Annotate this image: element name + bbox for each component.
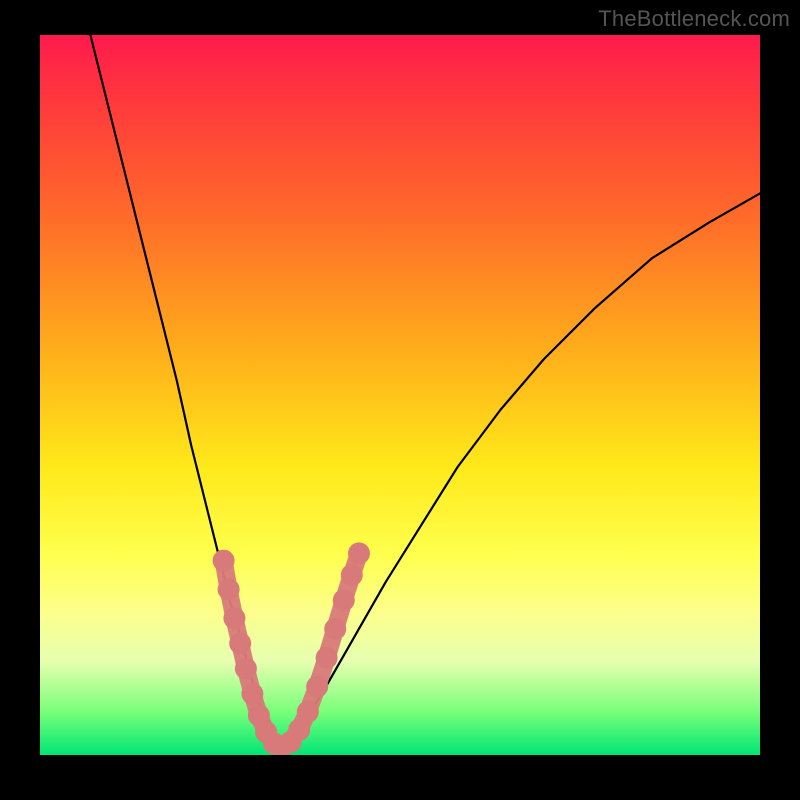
cluster-dot — [235, 658, 257, 680]
cluster-dot — [223, 607, 245, 629]
cluster-dot — [218, 578, 240, 600]
curve-group — [90, 35, 760, 746]
cluster-dot — [297, 701, 319, 723]
watermark-text: TheBottleneck.com — [598, 6, 790, 32]
cluster-dot — [333, 589, 355, 611]
cluster-dot — [341, 564, 363, 586]
chart-svg — [40, 35, 760, 755]
cluster-dot — [213, 550, 235, 572]
plot-area — [40, 35, 760, 755]
cluster-dot — [324, 618, 346, 640]
cluster-dot — [229, 632, 251, 654]
bottleneck-curve — [90, 35, 760, 746]
cluster-dot — [241, 683, 263, 705]
chart-frame: TheBottleneck.com — [0, 0, 800, 800]
cluster-dot — [306, 676, 328, 698]
cluster-dot — [348, 542, 370, 564]
cluster-dot — [316, 647, 338, 669]
